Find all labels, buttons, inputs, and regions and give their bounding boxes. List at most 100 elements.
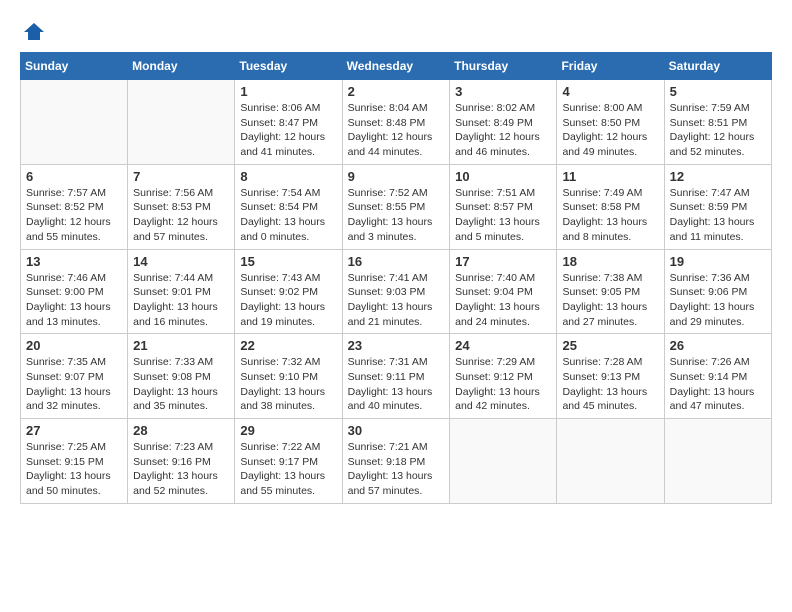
calendar-cell: 21 Sunrise: 7:33 AM Sunset: 9:08 PM Dayl… bbox=[128, 334, 235, 419]
calendar-cell: 17 Sunrise: 7:40 AM Sunset: 9:04 PM Dayl… bbox=[450, 249, 557, 334]
sunrise: Sunrise: 7:44 AM bbox=[133, 272, 213, 284]
day-info: Sunrise: 7:51 AM Sunset: 8:57 PM Dayligh… bbox=[455, 186, 551, 245]
col-header-wednesday: Wednesday bbox=[342, 53, 450, 80]
col-header-tuesday: Tuesday bbox=[235, 53, 342, 80]
sunset: Sunset: 9:10 PM bbox=[240, 371, 318, 383]
sunrise: Sunrise: 7:35 AM bbox=[26, 356, 106, 368]
sunrise: Sunrise: 8:00 AM bbox=[562, 102, 642, 114]
sunrise: Sunrise: 7:22 AM bbox=[240, 441, 320, 453]
calendar-cell: 28 Sunrise: 7:23 AM Sunset: 9:16 PM Dayl… bbox=[128, 419, 235, 504]
day-number: 24 bbox=[455, 338, 551, 353]
sunset: Sunset: 8:47 PM bbox=[240, 117, 318, 129]
daylight: Daylight: 13 hours and 19 minutes. bbox=[240, 301, 325, 328]
day-info: Sunrise: 7:28 AM Sunset: 9:13 PM Dayligh… bbox=[562, 355, 658, 414]
week-row: 20 Sunrise: 7:35 AM Sunset: 9:07 PM Dayl… bbox=[21, 334, 772, 419]
calendar-cell: 23 Sunrise: 7:31 AM Sunset: 9:11 PM Dayl… bbox=[342, 334, 450, 419]
day-number: 25 bbox=[562, 338, 658, 353]
calendar-cell: 10 Sunrise: 7:51 AM Sunset: 8:57 PM Dayl… bbox=[450, 164, 557, 249]
sunrise: Sunrise: 7:38 AM bbox=[562, 272, 642, 284]
logo-icon bbox=[22, 20, 46, 44]
calendar-cell: 30 Sunrise: 7:21 AM Sunset: 9:18 PM Dayl… bbox=[342, 419, 450, 504]
day-info: Sunrise: 7:23 AM Sunset: 9:16 PM Dayligh… bbox=[133, 440, 229, 499]
day-info: Sunrise: 7:26 AM Sunset: 9:14 PM Dayligh… bbox=[670, 355, 766, 414]
calendar-cell: 3 Sunrise: 8:02 AM Sunset: 8:49 PM Dayli… bbox=[450, 80, 557, 165]
day-info: Sunrise: 7:47 AM Sunset: 8:59 PM Dayligh… bbox=[670, 186, 766, 245]
sunrise: Sunrise: 7:25 AM bbox=[26, 441, 106, 453]
day-number: 13 bbox=[26, 254, 122, 269]
day-info: Sunrise: 7:33 AM Sunset: 9:08 PM Dayligh… bbox=[133, 355, 229, 414]
sunrise: Sunrise: 7:47 AM bbox=[670, 187, 750, 199]
day-number: 6 bbox=[26, 169, 122, 184]
calendar-cell: 13 Sunrise: 7:46 AM Sunset: 9:00 PM Dayl… bbox=[21, 249, 128, 334]
sunset: Sunset: 9:13 PM bbox=[562, 371, 640, 383]
daylight: Daylight: 13 hours and 13 minutes. bbox=[26, 301, 111, 328]
col-header-thursday: Thursday bbox=[450, 53, 557, 80]
day-info: Sunrise: 7:52 AM Sunset: 8:55 PM Dayligh… bbox=[348, 186, 445, 245]
day-info: Sunrise: 7:31 AM Sunset: 9:11 PM Dayligh… bbox=[348, 355, 445, 414]
sunrise: Sunrise: 7:40 AM bbox=[455, 272, 535, 284]
sunrise: Sunrise: 7:36 AM bbox=[670, 272, 750, 284]
day-info: Sunrise: 7:43 AM Sunset: 9:02 PM Dayligh… bbox=[240, 271, 336, 330]
daylight: Daylight: 13 hours and 52 minutes. bbox=[133, 470, 218, 497]
day-number: 8 bbox=[240, 169, 336, 184]
sunset: Sunset: 8:54 PM bbox=[240, 201, 318, 213]
day-info: Sunrise: 7:22 AM Sunset: 9:17 PM Dayligh… bbox=[240, 440, 336, 499]
sunset: Sunset: 9:12 PM bbox=[455, 371, 533, 383]
sunrise: Sunrise: 7:57 AM bbox=[26, 187, 106, 199]
daylight: Daylight: 13 hours and 27 minutes. bbox=[562, 301, 647, 328]
day-info: Sunrise: 7:46 AM Sunset: 9:00 PM Dayligh… bbox=[26, 271, 122, 330]
col-header-saturday: Saturday bbox=[664, 53, 771, 80]
calendar-cell: 14 Sunrise: 7:44 AM Sunset: 9:01 PM Dayl… bbox=[128, 249, 235, 334]
daylight: Daylight: 13 hours and 38 minutes. bbox=[240, 386, 325, 413]
daylight: Daylight: 13 hours and 5 minutes. bbox=[455, 216, 540, 243]
week-row: 27 Sunrise: 7:25 AM Sunset: 9:15 PM Dayl… bbox=[21, 419, 772, 504]
day-info: Sunrise: 8:06 AM Sunset: 8:47 PM Dayligh… bbox=[240, 101, 336, 160]
day-info: Sunrise: 7:21 AM Sunset: 9:18 PM Dayligh… bbox=[348, 440, 445, 499]
daylight: Daylight: 13 hours and 21 minutes. bbox=[348, 301, 433, 328]
sunset: Sunset: 8:59 PM bbox=[670, 201, 748, 213]
day-number: 3 bbox=[455, 84, 551, 99]
calendar-cell: 19 Sunrise: 7:36 AM Sunset: 9:06 PM Dayl… bbox=[664, 249, 771, 334]
day-info: Sunrise: 8:04 AM Sunset: 8:48 PM Dayligh… bbox=[348, 101, 445, 160]
calendar-cell: 26 Sunrise: 7:26 AM Sunset: 9:14 PM Dayl… bbox=[664, 334, 771, 419]
daylight: Daylight: 12 hours and 49 minutes. bbox=[562, 131, 647, 158]
day-info: Sunrise: 7:56 AM Sunset: 8:53 PM Dayligh… bbox=[133, 186, 229, 245]
day-number: 22 bbox=[240, 338, 336, 353]
day-number: 14 bbox=[133, 254, 229, 269]
day-info: Sunrise: 7:59 AM Sunset: 8:51 PM Dayligh… bbox=[670, 101, 766, 160]
sunset: Sunset: 8:58 PM bbox=[562, 201, 640, 213]
calendar-cell bbox=[21, 80, 128, 165]
day-number: 18 bbox=[562, 254, 658, 269]
sunset: Sunset: 8:57 PM bbox=[455, 201, 533, 213]
daylight: Daylight: 13 hours and 40 minutes. bbox=[348, 386, 433, 413]
sunrise: Sunrise: 7:33 AM bbox=[133, 356, 213, 368]
calendar-cell bbox=[128, 80, 235, 165]
daylight: Daylight: 13 hours and 42 minutes. bbox=[455, 386, 540, 413]
daylight: Daylight: 12 hours and 55 minutes. bbox=[26, 216, 111, 243]
calendar-cell: 2 Sunrise: 8:04 AM Sunset: 8:48 PM Dayli… bbox=[342, 80, 450, 165]
sunrise: Sunrise: 7:52 AM bbox=[348, 187, 428, 199]
daylight: Daylight: 12 hours and 41 minutes. bbox=[240, 131, 325, 158]
day-info: Sunrise: 7:40 AM Sunset: 9:04 PM Dayligh… bbox=[455, 271, 551, 330]
daylight: Daylight: 13 hours and 35 minutes. bbox=[133, 386, 218, 413]
calendar-cell bbox=[664, 419, 771, 504]
calendar-cell: 1 Sunrise: 8:06 AM Sunset: 8:47 PM Dayli… bbox=[235, 80, 342, 165]
week-row: 13 Sunrise: 7:46 AM Sunset: 9:00 PM Dayl… bbox=[21, 249, 772, 334]
col-header-monday: Monday bbox=[128, 53, 235, 80]
sunset: Sunset: 9:17 PM bbox=[240, 456, 318, 468]
calendar-cell: 22 Sunrise: 7:32 AM Sunset: 9:10 PM Dayl… bbox=[235, 334, 342, 419]
sunrise: Sunrise: 7:21 AM bbox=[348, 441, 428, 453]
calendar-cell: 27 Sunrise: 7:25 AM Sunset: 9:15 PM Dayl… bbox=[21, 419, 128, 504]
sunset: Sunset: 9:16 PM bbox=[133, 456, 211, 468]
sunset: Sunset: 9:14 PM bbox=[670, 371, 748, 383]
day-info: Sunrise: 8:00 AM Sunset: 8:50 PM Dayligh… bbox=[562, 101, 658, 160]
day-number: 21 bbox=[133, 338, 229, 353]
day-info: Sunrise: 7:44 AM Sunset: 9:01 PM Dayligh… bbox=[133, 271, 229, 330]
week-row: 1 Sunrise: 8:06 AM Sunset: 8:47 PM Dayli… bbox=[21, 80, 772, 165]
calendar-cell: 15 Sunrise: 7:43 AM Sunset: 9:02 PM Dayl… bbox=[235, 249, 342, 334]
sunrise: Sunrise: 7:41 AM bbox=[348, 272, 428, 284]
sunset: Sunset: 8:49 PM bbox=[455, 117, 533, 129]
day-number: 20 bbox=[26, 338, 122, 353]
day-info: Sunrise: 7:57 AM Sunset: 8:52 PM Dayligh… bbox=[26, 186, 122, 245]
day-number: 30 bbox=[348, 423, 445, 438]
